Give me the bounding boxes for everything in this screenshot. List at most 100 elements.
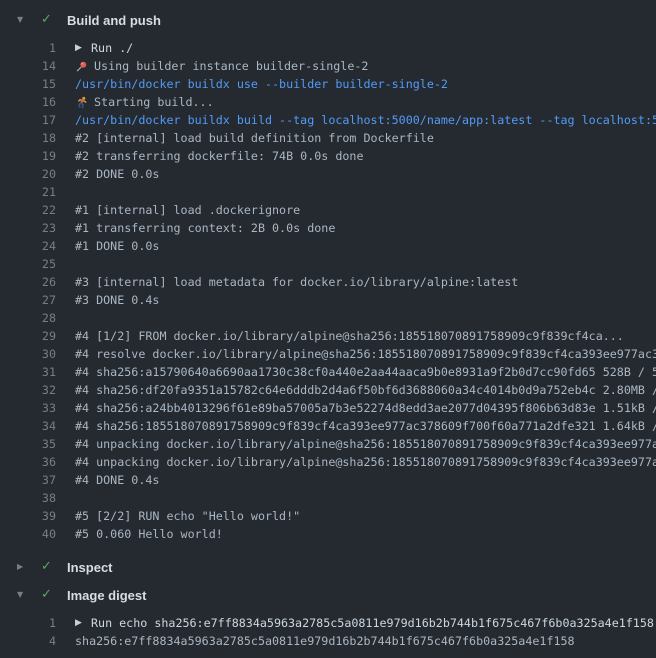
log-text: #1 transferring context: 2B 0.0s done — [75, 219, 335, 237]
section-header-image-digest[interactable]: ▼ ✓ Image digest — [0, 581, 656, 609]
line-number[interactable]: 34 — [0, 417, 56, 435]
log-line[interactable]: 24 #1 DONE 0.0s — [0, 237, 656, 255]
line-number[interactable]: 28 — [0, 309, 56, 327]
log-line[interactable]: 1▶Run echo sha256:e7ff8834a5963a2785c5a0… — [0, 614, 656, 632]
log-line[interactable]: 36#4 unpacking docker.io/library/alpine@… — [0, 453, 656, 471]
chevron-down-icon[interactable]: ▼ — [17, 6, 29, 34]
log-line[interactable]: 37 #4 DONE 0.4s — [0, 471, 656, 489]
line-number[interactable]: 4 — [0, 632, 56, 650]
line-number[interactable]: 15 — [0, 75, 56, 93]
log-line[interactable]: 18 #2 [internal] load build definition fr… — [0, 129, 656, 147]
log-text-value: #3 DONE 0.4s — [75, 291, 159, 309]
line-number[interactable]: 23 — [0, 219, 56, 237]
log-line[interactable]: 19 #2 transferring dockerfile: 74B 0.0s d… — [0, 147, 656, 165]
line-number[interactable]: 32 — [0, 381, 56, 399]
log-line[interactable]: 21 — [0, 183, 656, 201]
log-line[interactable]: 20#2 DONE 0.0s — [0, 165, 656, 183]
log-text-value: #1 DONE 0.0s — [75, 237, 159, 255]
log-text-value: #4 sha256:df20fa9351a15782c64e6dddb2d4a6… — [75, 381, 656, 399]
chevron-down-icon[interactable]: ▼ — [17, 581, 29, 609]
log-text: #3 DONE 0.4s — [75, 291, 159, 309]
log-text-value: #4 resolve docker.io/library/alpine@sha2… — [75, 345, 656, 363]
log-text: #1 DONE 0.0s — [75, 237, 159, 255]
log-text-value: #4 sha256:a15790640a6690aa1730c38cf0a440… — [75, 363, 656, 381]
line-number[interactable]: 26 — [0, 273, 56, 291]
log-text: #2 [internal] load build definition from… — [75, 129, 434, 147]
line-number[interactable]: 14 — [0, 57, 56, 75]
line-number[interactable]: 37 — [0, 471, 56, 489]
line-number[interactable]: 22 — [0, 201, 56, 219]
log-line[interactable]: 25 — [0, 255, 656, 273]
section-image-digest: ▼✓Image digest1▶Run echo sha256:e7ff8834… — [0, 581, 656, 650]
log-line[interactable]: 23 #1 transferring context: 2B 0.0s done — [0, 219, 656, 237]
log-line[interactable]: 39 #5 [2/2] RUN echo "Hello world!" — [0, 507, 656, 525]
line-number[interactable]: 39 — [0, 507, 56, 525]
line-number[interactable]: 17 — [0, 111, 56, 129]
play-icon[interactable]: ▶ — [75, 614, 85, 632]
log-text: #5 [2/2] RUN echo "Hello world!" — [75, 507, 300, 525]
log-line[interactable]: 34#4 sha256:185518070891758909c9f839cf4c… — [0, 417, 656, 435]
line-number[interactable]: 31 — [0, 363, 56, 381]
log-line[interactable]: 33 #4 sha256:a24bb4013296f61e89ba57005a7b… — [0, 399, 656, 417]
log-line[interactable]: 32 #4 sha256:df20fa9351a15782c64e6dddb2d4… — [0, 381, 656, 399]
log-text: #3 [internal] load metadata for docker.i… — [75, 273, 518, 291]
line-number[interactable]: 27 — [0, 291, 56, 309]
section-title: Inspect — [67, 560, 113, 575]
log-text-value: #1 transferring context: 2B 0.0s done — [75, 219, 335, 237]
log-text: #2 transferring dockerfile: 74B 0.0s don… — [75, 147, 364, 165]
play-icon[interactable]: ▶ — [75, 39, 85, 57]
line-number[interactable]: 1 — [0, 614, 56, 632]
line-number[interactable]: 30 — [0, 345, 56, 363]
line-number[interactable]: 38 — [0, 489, 56, 507]
section-title: Image digest — [67, 588, 146, 603]
log-line[interactable]: 40 #5 0.060 Hello world! — [0, 525, 656, 543]
section-header-build-and-push[interactable]: ▼✓Build and push — [0, 6, 656, 34]
log-text-value: #4 DONE 0.4s — [75, 471, 159, 489]
log-text-value: #3 [internal] load metadata for docker.i… — [75, 273, 518, 291]
log-text-value: #2 transferring dockerfile: 74B 0.0s don… — [75, 147, 364, 165]
log-line[interactable]: 30 #4 resolve docker.io/library/alpine@sh… — [0, 345, 656, 363]
log-text: /usr/bin/docker buildx use --builder bui… — [75, 75, 448, 93]
log-line[interactable]: 14 Using builder instance builder-single-… — [0, 57, 656, 75]
line-number[interactable]: 36 — [0, 453, 56, 471]
pushpin-icon — [75, 60, 88, 73]
log-text: #4 sha256:a24bb4013296f61e89ba57005a7b3e… — [75, 399, 656, 417]
log-line[interactable]: 26 #3 [internal] load metadata for docker… — [0, 273, 656, 291]
log-line[interactable]: 16Starting build... — [0, 93, 656, 111]
line-number[interactable]: 1 — [0, 39, 56, 57]
log-line[interactable]: 29#4 [1/2] FROM docker.io/library/alpine… — [0, 327, 656, 345]
log-line[interactable]: 22#1 [internal] load .dockerignore — [0, 201, 656, 219]
log-text-value: sha256:e7ff8834a5963a2785c5a0811e979d16b… — [75, 632, 575, 650]
log-text: Using builder instance builder-single-2 — [75, 57, 368, 75]
log-text: #4 sha256:a15790640a6690aa1730c38cf0a440… — [75, 363, 656, 381]
line-number[interactable]: 20 — [0, 165, 56, 183]
line-number[interactable]: 25 — [0, 255, 56, 273]
workflow-job-log: ▼✓Build and push1▶Run ./14Using builder … — [0, 0, 656, 658]
log-line[interactable]: 27 #3 DONE 0.4s — [0, 291, 656, 309]
line-number[interactable]: 21 — [0, 183, 56, 201]
line-number[interactable]: 29 — [0, 327, 56, 345]
log-line[interactable]: 1▶Run ./ — [0, 39, 656, 57]
log-text: #5 0.060 Hello world! — [75, 525, 223, 543]
line-number[interactable]: 40 — [0, 525, 56, 543]
section-header-inspect[interactable]: ▶✓Inspect — [0, 553, 656, 581]
line-number[interactable]: 24 — [0, 237, 56, 255]
chevron-right-icon[interactable]: ▶ — [17, 553, 29, 581]
log-line[interactable]: 31 #4 sha256:a15790640a6690aa1730c38cf0a4… — [0, 363, 656, 381]
log-line[interactable]: 28 — [0, 309, 656, 327]
log-text: sha256:e7ff8834a5963a2785c5a0811e979d16b… — [75, 632, 575, 650]
log-line[interactable]: 35#4 unpacking docker.io/library/alpine@… — [0, 435, 656, 453]
log-text: #4 resolve docker.io/library/alpine@sha2… — [75, 345, 656, 363]
line-number[interactable]: 35 — [0, 435, 56, 453]
line-number[interactable]: 16 — [0, 93, 56, 111]
line-number[interactable]: 33 — [0, 399, 56, 417]
log-line[interactable]: 15/usr/bin/docker buildx use --builder b… — [0, 75, 656, 93]
log-line[interactable]: 4 sha256:e7ff8834a5963a2785c5a0811e979d16… — [0, 632, 656, 650]
check-icon: ✓ — [41, 6, 55, 34]
log-text-value: /usr/bin/docker buildx build --tag local… — [75, 111, 656, 129]
line-number[interactable]: 18 — [0, 129, 56, 147]
check-icon: ✓ — [41, 581, 55, 609]
line-number[interactable]: 19 — [0, 147, 56, 165]
log-line[interactable]: 17/usr/bin/docker buildx build --tag loc… — [0, 111, 656, 129]
log-line[interactable]: 38 — [0, 489, 656, 507]
